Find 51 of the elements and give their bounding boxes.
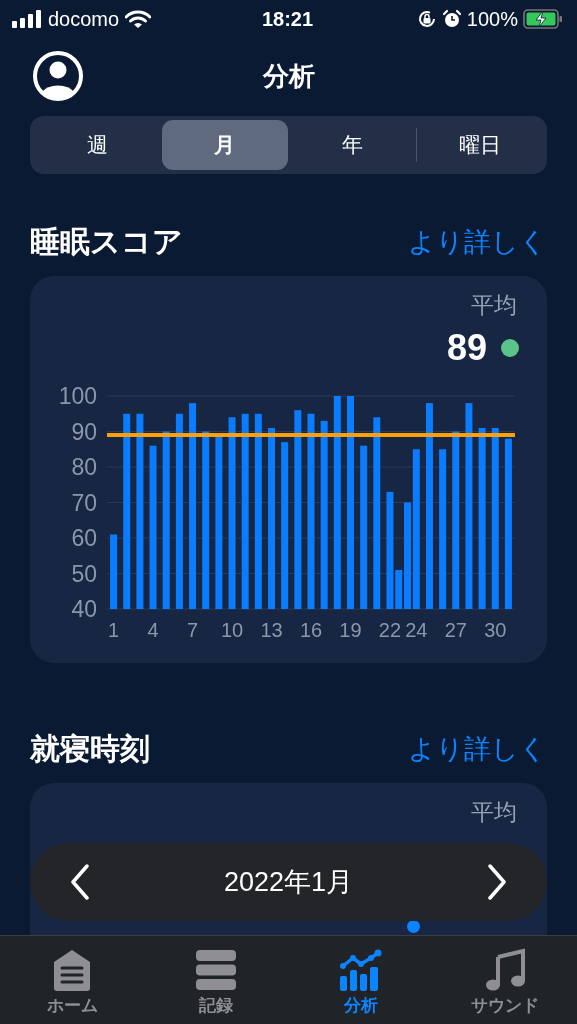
- period-tab[interactable]: 週: [34, 120, 161, 170]
- more-details-link[interactable]: より詳しく: [408, 731, 547, 767]
- y-axis-label: 70: [71, 489, 97, 516]
- x-axis-label: 30: [484, 619, 507, 641]
- list-icon: [194, 948, 239, 992]
- y-axis-label: 80: [71, 454, 97, 480]
- chevron-right-icon: [487, 864, 507, 900]
- x-axis-label: 27: [444, 619, 467, 641]
- tab-bar-item[interactable]: サウンド: [432, 936, 577, 1024]
- y-axis-label: 40: [71, 596, 97, 622]
- x-axis-label: 16: [299, 619, 323, 641]
- more-details-link[interactable]: より詳しく: [408, 224, 547, 260]
- status-dot: [501, 339, 519, 357]
- tab-bar-item[interactable]: 記録: [144, 936, 289, 1024]
- status-time: 18:21: [261, 7, 314, 31]
- x-axis-label: 19: [339, 619, 362, 641]
- x-axis-label: 24: [405, 619, 428, 641]
- chart-icon: [338, 948, 383, 992]
- next-button[interactable]: [487, 864, 507, 900]
- wifi-icon: [125, 9, 152, 29]
- y-axis-label: 100: [58, 383, 97, 409]
- period-tab[interactable]: 曜日: [416, 120, 543, 170]
- y-axis-label: 60: [71, 525, 97, 551]
- previous-button[interactable]: [70, 864, 90, 900]
- screen-title: 分析: [262, 59, 315, 93]
- x-axis-label: 13: [260, 619, 283, 641]
- average-label: 平均: [471, 798, 517, 827]
- section-title: 就寝時刻: [30, 730, 150, 767]
- alarm-icon: [441, 9, 462, 29]
- x-axis-label: 10: [220, 619, 244, 641]
- x-axis-label: 22: [378, 619, 402, 641]
- x-axis-label: 4: [147, 619, 159, 641]
- average-label: 平均: [471, 291, 517, 320]
- chevron-left-icon: [70, 864, 90, 900]
- tab-bar-item[interactable]: ホーム: [0, 936, 145, 1024]
- period-label: 2022年1月: [223, 866, 354, 899]
- battery-charging-icon: [523, 9, 563, 29]
- period-tab[interactable]: 月: [161, 120, 288, 170]
- period-tab[interactable]: 年: [289, 120, 416, 170]
- tab-bar-item[interactable]: 分析: [288, 936, 433, 1024]
- rotation-lock-icon: [416, 9, 437, 29]
- x-axis-label: 1: [108, 619, 120, 641]
- signal-icon: [12, 10, 42, 28]
- y-axis-label: 50: [71, 560, 97, 587]
- section-title: 睡眠スコア: [30, 223, 183, 260]
- average-value: 89: [446, 327, 487, 369]
- x-axis-label: 7: [187, 619, 199, 641]
- y-axis-label: 90: [71, 418, 97, 445]
- carrier-name: docomo: [48, 7, 120, 31]
- profile-icon[interactable]: [32, 50, 84, 102]
- battery-percent: 100%: [466, 7, 518, 31]
